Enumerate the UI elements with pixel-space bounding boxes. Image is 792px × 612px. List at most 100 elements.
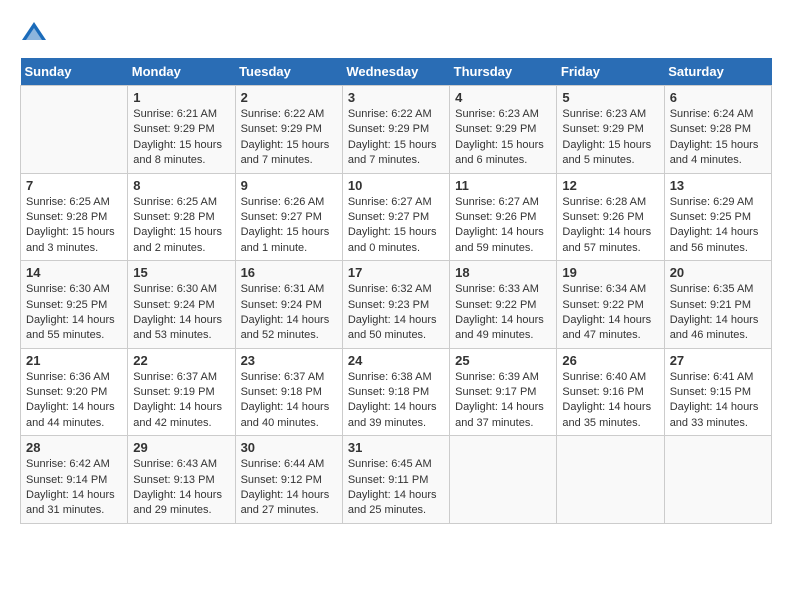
day-cell: 5Sunrise: 6:23 AMSunset: 9:29 PMDaylight… xyxy=(557,86,664,174)
day-info: Sunrise: 6:34 AMSunset: 9:22 PMDaylight:… xyxy=(562,282,658,344)
page-header xyxy=(20,20,772,48)
day-info: Sunrise: 6:35 AMSunset: 9:21 PMDaylight:… xyxy=(670,282,766,344)
day-number: 20 xyxy=(670,265,766,280)
day-number: 11 xyxy=(455,178,551,193)
day-info: Sunrise: 6:22 AMSunset: 9:29 PMDaylight:… xyxy=(348,107,444,169)
day-number: 24 xyxy=(348,353,444,368)
logo-icon xyxy=(20,20,48,48)
day-cell xyxy=(664,436,771,524)
day-number: 29 xyxy=(133,440,229,455)
logo xyxy=(20,20,52,48)
day-cell: 26Sunrise: 6:40 AMSunset: 9:16 PMDayligh… xyxy=(557,348,664,436)
day-cell: 19Sunrise: 6:34 AMSunset: 9:22 PMDayligh… xyxy=(557,261,664,349)
day-cell: 6 Sunrise: 6:24 AMSunset: 9:28 PMDaylight… xyxy=(664,86,771,174)
day-cell: 12 Sunrise: 6:28 AMSunset: 9:26 PMDayligh… xyxy=(557,173,664,261)
day-info: Sunrise: 6:42 AMSunset: 9:14 PMDaylight:… xyxy=(26,457,122,519)
day-number: 2 xyxy=(241,90,337,105)
day-number: 18 xyxy=(455,265,551,280)
day-cell: 29 Sunrise: 6:43 AMSunset: 9:13 PMDayligh… xyxy=(128,436,235,524)
day-cell: 20 Sunrise: 6:35 AMSunset: 9:21 PMDayligh… xyxy=(664,261,771,349)
day-cell: 31Sunrise: 6:45 AMSunset: 9:11 PMDayligh… xyxy=(342,436,449,524)
day-info: Sunrise: 6:26 AMSunset: 9:27 PMDaylight:… xyxy=(241,195,337,257)
day-info: Sunrise: 6:44 AMSunset: 9:12 PMDaylight:… xyxy=(241,457,337,519)
day-cell: 10 Sunrise: 6:27 AMSunset: 9:27 PMDayligh… xyxy=(342,173,449,261)
day-cell: 15 Sunrise: 6:30 AMSunset: 9:24 PMDayligh… xyxy=(128,261,235,349)
day-number: 23 xyxy=(241,353,337,368)
week-row-3: 21 Sunrise: 6:36 AMSunset: 9:20 PMDayligh… xyxy=(21,348,772,436)
day-number: 12 xyxy=(562,178,658,193)
header-row: SundayMondayTuesdayWednesdayThursdayFrid… xyxy=(21,58,772,86)
day-cell: 14Sunrise: 6:30 AMSunset: 9:25 PMDayligh… xyxy=(21,261,128,349)
day-info: Sunrise: 6:27 AMSunset: 9:27 PMDaylight:… xyxy=(348,195,444,257)
day-cell xyxy=(450,436,557,524)
day-cell xyxy=(21,86,128,174)
day-cell xyxy=(557,436,664,524)
day-cell: 28 Sunrise: 6:42 AMSunset: 9:14 PMDayligh… xyxy=(21,436,128,524)
day-info: Sunrise: 6:39 AMSunset: 9:17 PMDaylight:… xyxy=(455,370,551,432)
day-info: Sunrise: 6:25 AMSunset: 9:28 PMDaylight:… xyxy=(26,195,122,257)
header-friday: Friday xyxy=(557,58,664,86)
day-cell: 30 Sunrise: 6:44 AMSunset: 9:12 PMDayligh… xyxy=(235,436,342,524)
day-info: Sunrise: 6:38 AMSunset: 9:18 PMDaylight:… xyxy=(348,370,444,432)
day-cell: 4Sunrise: 6:23 AMSunset: 9:29 PMDaylight… xyxy=(450,86,557,174)
day-info: Sunrise: 6:32 AMSunset: 9:23 PMDaylight:… xyxy=(348,282,444,344)
day-cell: 25 Sunrise: 6:39 AMSunset: 9:17 PMDayligh… xyxy=(450,348,557,436)
day-number: 8 xyxy=(133,178,229,193)
header-monday: Monday xyxy=(128,58,235,86)
day-number: 3 xyxy=(348,90,444,105)
header-sunday: Sunday xyxy=(21,58,128,86)
day-cell: 24 Sunrise: 6:38 AMSunset: 9:18 PMDayligh… xyxy=(342,348,449,436)
header-thursday: Thursday xyxy=(450,58,557,86)
day-number: 9 xyxy=(241,178,337,193)
day-number: 22 xyxy=(133,353,229,368)
day-number: 15 xyxy=(133,265,229,280)
day-number: 6 xyxy=(670,90,766,105)
day-info: Sunrise: 6:33 AMSunset: 9:22 PMDaylight:… xyxy=(455,282,551,344)
day-cell: 2Sunrise: 6:22 AMSunset: 9:29 PMDaylight… xyxy=(235,86,342,174)
day-cell: 17 Sunrise: 6:32 AMSunset: 9:23 PMDayligh… xyxy=(342,261,449,349)
day-info: Sunrise: 6:43 AMSunset: 9:13 PMDaylight:… xyxy=(133,457,229,519)
day-info: Sunrise: 6:37 AMSunset: 9:18 PMDaylight:… xyxy=(241,370,337,432)
day-cell: 21 Sunrise: 6:36 AMSunset: 9:20 PMDayligh… xyxy=(21,348,128,436)
day-info: Sunrise: 6:41 AMSunset: 9:15 PMDaylight:… xyxy=(670,370,766,432)
day-info: Sunrise: 6:36 AMSunset: 9:20 PMDaylight:… xyxy=(26,370,122,432)
day-info: Sunrise: 6:27 AMSunset: 9:26 PMDaylight:… xyxy=(455,195,551,257)
week-row-2: 14Sunrise: 6:30 AMSunset: 9:25 PMDayligh… xyxy=(21,261,772,349)
day-number: 13 xyxy=(670,178,766,193)
day-info: Sunrise: 6:40 AMSunset: 9:16 PMDaylight:… xyxy=(562,370,658,432)
day-info: Sunrise: 6:31 AMSunset: 9:24 PMDaylight:… xyxy=(241,282,337,344)
day-number: 16 xyxy=(241,265,337,280)
header-wednesday: Wednesday xyxy=(342,58,449,86)
day-info: Sunrise: 6:37 AMSunset: 9:19 PMDaylight:… xyxy=(133,370,229,432)
day-number: 4 xyxy=(455,90,551,105)
day-info: Sunrise: 6:30 AMSunset: 9:25 PMDaylight:… xyxy=(26,282,122,344)
day-info: Sunrise: 6:25 AMSunset: 9:28 PMDaylight:… xyxy=(133,195,229,257)
day-info: Sunrise: 6:21 AMSunset: 9:29 PMDaylight:… xyxy=(133,107,229,169)
day-cell: 13 Sunrise: 6:29 AMSunset: 9:25 PMDayligh… xyxy=(664,173,771,261)
day-info: Sunrise: 6:28 AMSunset: 9:26 PMDaylight:… xyxy=(562,195,658,257)
day-cell: 9 Sunrise: 6:26 AMSunset: 9:27 PMDaylight… xyxy=(235,173,342,261)
day-cell: 18 Sunrise: 6:33 AMSunset: 9:22 PMDayligh… xyxy=(450,261,557,349)
day-cell: 16 Sunrise: 6:31 AMSunset: 9:24 PMDayligh… xyxy=(235,261,342,349)
day-cell: 1 Sunrise: 6:21 AMSunset: 9:29 PMDaylight… xyxy=(128,86,235,174)
day-number: 10 xyxy=(348,178,444,193)
day-number: 30 xyxy=(241,440,337,455)
day-number: 17 xyxy=(348,265,444,280)
day-info: Sunrise: 6:30 AMSunset: 9:24 PMDaylight:… xyxy=(133,282,229,344)
day-cell: 23 Sunrise: 6:37 AMSunset: 9:18 PMDayligh… xyxy=(235,348,342,436)
day-number: 5 xyxy=(562,90,658,105)
week-row-4: 28 Sunrise: 6:42 AMSunset: 9:14 PMDayligh… xyxy=(21,436,772,524)
day-cell: 11 Sunrise: 6:27 AMSunset: 9:26 PMDayligh… xyxy=(450,173,557,261)
day-info: Sunrise: 6:29 AMSunset: 9:25 PMDaylight:… xyxy=(670,195,766,257)
day-cell: 27Sunrise: 6:41 AMSunset: 9:15 PMDayligh… xyxy=(664,348,771,436)
calendar-table: SundayMondayTuesdayWednesdayThursdayFrid… xyxy=(20,58,772,524)
day-info: Sunrise: 6:24 AMSunset: 9:28 PMDaylight:… xyxy=(670,107,766,169)
day-number: 28 xyxy=(26,440,122,455)
day-number: 25 xyxy=(455,353,551,368)
day-number: 21 xyxy=(26,353,122,368)
day-cell: 22 Sunrise: 6:37 AMSunset: 9:19 PMDayligh… xyxy=(128,348,235,436)
week-row-0: 1 Sunrise: 6:21 AMSunset: 9:29 PMDaylight… xyxy=(21,86,772,174)
day-cell: 8 Sunrise: 6:25 AMSunset: 9:28 PMDaylight… xyxy=(128,173,235,261)
day-number: 7 xyxy=(26,178,122,193)
day-number: 1 xyxy=(133,90,229,105)
